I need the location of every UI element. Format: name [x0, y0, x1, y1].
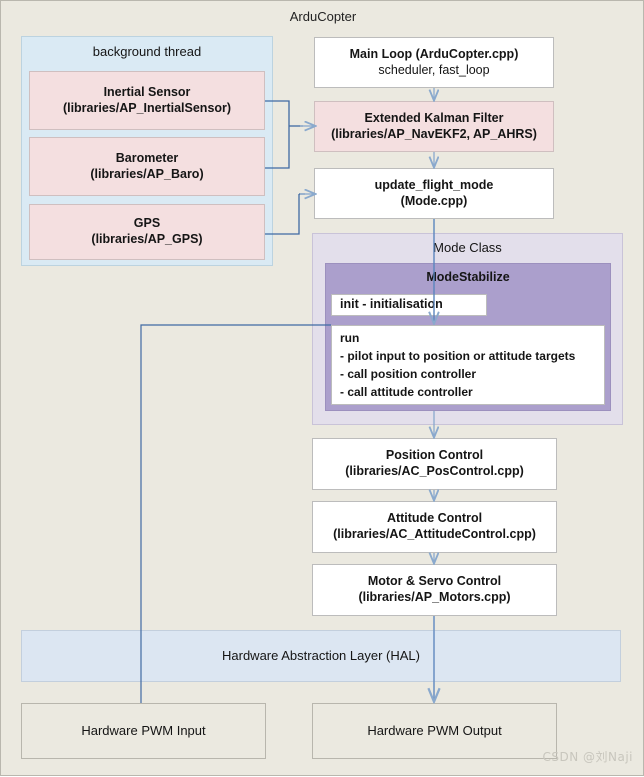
main-loop-sub: scheduler, fast_loop	[378, 62, 490, 77]
ekf-path: (libraries/AP_NavEKF2, AP_AHRS)	[331, 126, 537, 141]
sensor-gps-title: GPS	[133, 216, 161, 231]
main-loop-title: Main Loop (ArduCopter.cpp)	[349, 46, 519, 61]
run-step-2: - call position controller	[340, 367, 477, 381]
motor-servo-control-title: Motor & Servo Control	[367, 574, 502, 589]
sensor-inertial-title: Inertial Sensor	[103, 84, 191, 99]
position-control-box[interactable]: Position Control (libraries/AC_PosContro…	[312, 438, 557, 490]
mode-stabilize-run-box[interactable]: run - pilot input to position or attitud…	[331, 325, 605, 405]
attitude-control-path: (libraries/AC_AttitudeControl.cpp)	[333, 527, 536, 541]
sensor-barometer-path: (libraries/AP_Baro)	[90, 166, 204, 181]
mode-stabilize-init-label: init - initialisation	[340, 297, 443, 312]
motor-servo-control-path: (libraries/AP_Motors.cpp)	[358, 590, 511, 604]
sensor-barometer[interactable]: Barometer (libraries/AP_Baro)	[29, 137, 265, 196]
sensor-barometer-title: Barometer	[115, 150, 179, 165]
diagram-title: ArduCopter	[289, 9, 357, 24]
motor-servo-control-box[interactable]: Motor & Servo Control (libraries/AP_Moto…	[312, 564, 557, 616]
hardware-pwm-output-box[interactable]: Hardware PWM Output	[312, 703, 557, 759]
sensor-inertial[interactable]: Inertial Sensor (libraries/AP_InertialSe…	[29, 71, 265, 130]
run-step-3: - call attitude controller	[340, 385, 473, 399]
update-flight-mode-path: (Mode.cpp)	[400, 193, 468, 208]
mode-stabilize-title: ModeStabilize	[426, 270, 510, 284]
hardware-pwm-output-label: Hardware PWM Output	[367, 722, 502, 738]
update-flight-mode-title: update_flight_mode	[374, 177, 494, 192]
hal-label: Hardware Abstraction Layer (HAL)	[222, 647, 420, 663]
ekf-box[interactable]: Extended Kalman Filter (libraries/AP_Nav…	[314, 101, 554, 152]
attitude-control-title: Attitude Control	[386, 511, 483, 526]
sensor-gps[interactable]: GPS (libraries/AP_GPS)	[29, 204, 265, 260]
hardware-pwm-input-label: Hardware PWM Input	[81, 722, 206, 738]
watermark: CSDN @刘Naji	[542, 750, 633, 764]
sensor-gps-path: (libraries/AP_GPS)	[91, 232, 203, 246]
mode-stabilize-init-box[interactable]: init - initialisation	[331, 294, 487, 316]
background-thread-label: background thread	[92, 44, 202, 59]
main-loop-box[interactable]: Main Loop (ArduCopter.cpp) scheduler, fa…	[314, 37, 554, 88]
diagram-canvas: ArduCopter background thread Inertial Se…	[0, 0, 644, 776]
hardware-pwm-input-box[interactable]: Hardware PWM Input	[21, 703, 266, 759]
sensor-inertial-path: (libraries/AP_InertialSensor)	[62, 100, 232, 115]
run-step-1: - pilot input to position or attitude ta…	[340, 349, 576, 363]
position-control-path: (libraries/AC_PosControl.cpp)	[345, 464, 524, 478]
attitude-control-box[interactable]: Attitude Control (libraries/AC_AttitudeC…	[312, 501, 557, 553]
ekf-title: Extended Kalman Filter	[364, 110, 504, 125]
hal-box[interactable]: Hardware Abstraction Layer (HAL)	[21, 630, 621, 682]
update-flight-mode-box[interactable]: update_flight_mode (Mode.cpp)	[314, 168, 554, 219]
run-header: run	[340, 331, 360, 345]
position-control-title: Position Control	[385, 448, 484, 463]
mode-class-label: Mode Class	[433, 240, 502, 255]
